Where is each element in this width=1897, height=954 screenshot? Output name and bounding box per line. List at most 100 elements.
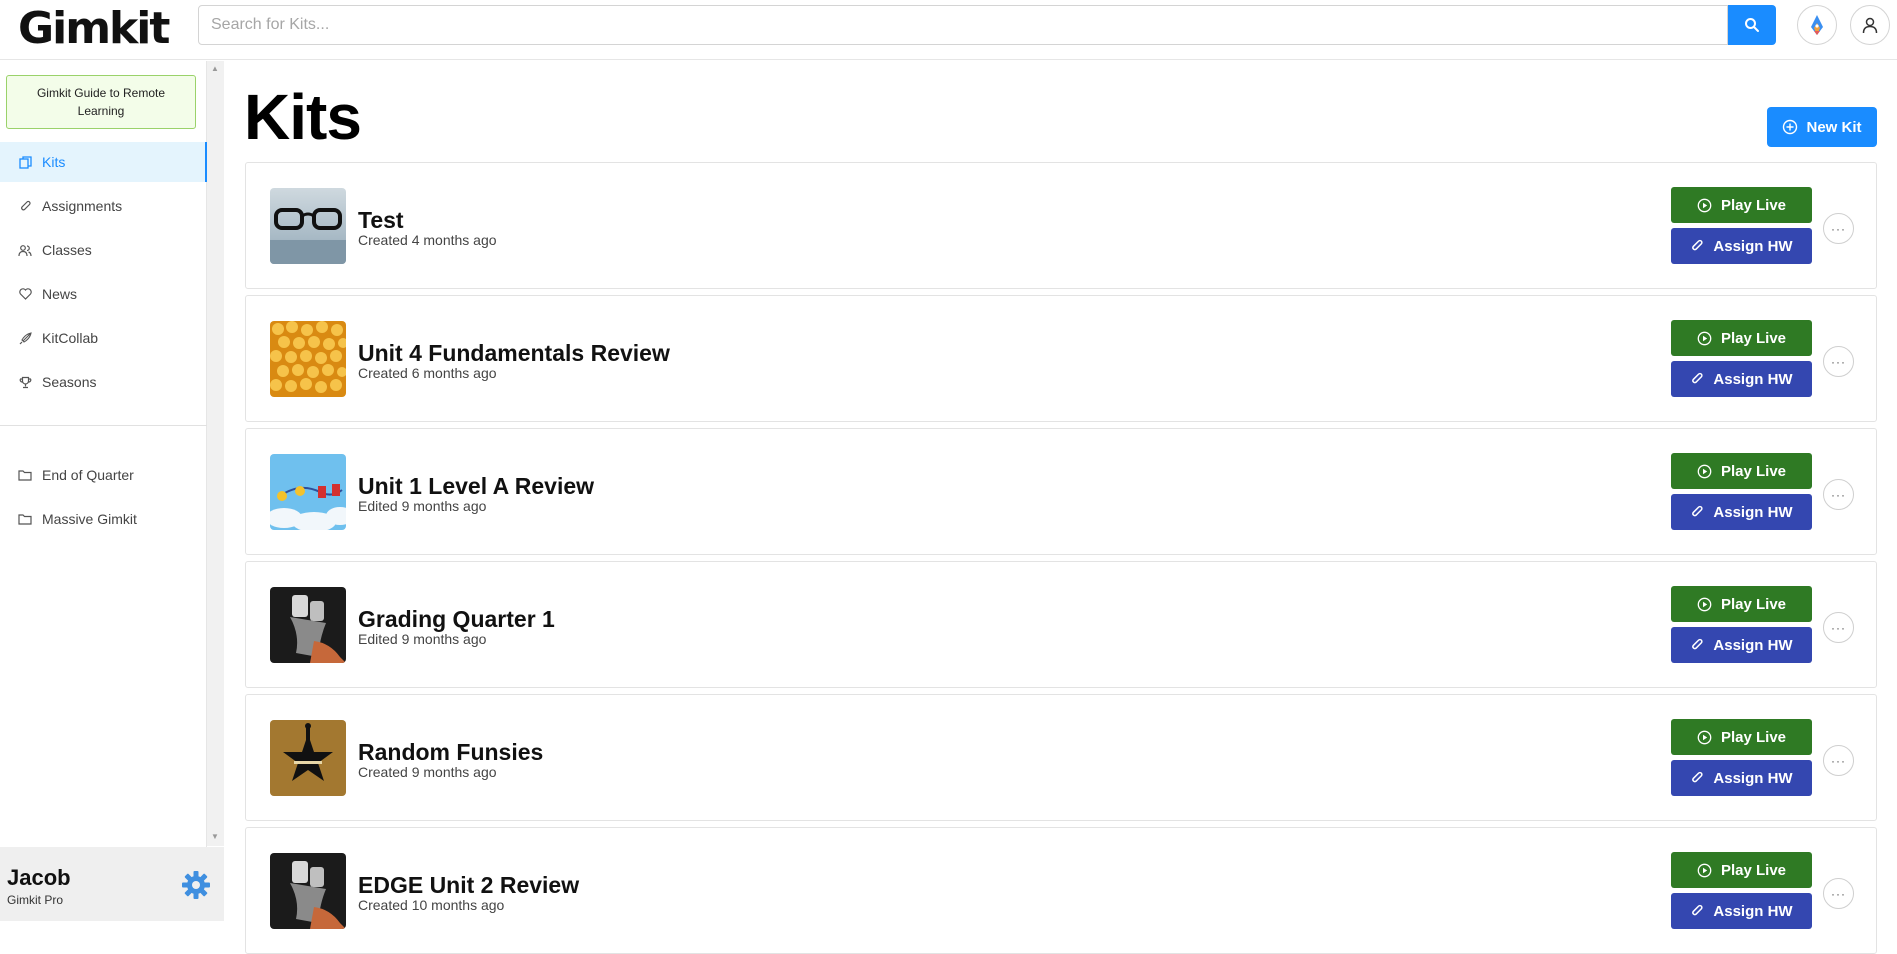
- assign-hw-button[interactable]: Assign HW: [1671, 228, 1812, 264]
- users-icon: [18, 243, 32, 257]
- kit-meta: Edited 9 months ago: [358, 631, 487, 647]
- kit-title: Unit 4 Fundamentals Review: [358, 340, 670, 366]
- play-circle-icon: [1697, 730, 1712, 744]
- play-live-label: Play Live: [1720, 861, 1787, 879]
- sidebar-item-label: Kits: [42, 154, 66, 170]
- kit-card[interactable]: Unit 4 Fundamentals Review Created 6 mon…: [245, 295, 1877, 422]
- kit-title: Grading Quarter 1: [358, 606, 555, 632]
- search-icon: [1745, 18, 1759, 32]
- sidebar-item-kitcollab[interactable]: KitCollab: [0, 318, 207, 358]
- assign-hw-label: Assign HW: [1713, 237, 1793, 255]
- rocket-icon: [18, 331, 32, 345]
- sidebar: Gimkit Guide to Remote Learning Kits Ass…: [0, 61, 207, 921]
- kit-card[interactable]: EDGE Unit 2 Review Created 10 months ago…: [245, 827, 1877, 954]
- kit-title: Unit 1 Level A Review: [358, 473, 595, 499]
- play-circle-icon: [1697, 597, 1712, 611]
- kit-card[interactable]: Unit 1 Level A Review Edited 9 months ag…: [245, 428, 1877, 555]
- paperclip-icon: [1692, 904, 1703, 916]
- play-live-button[interactable]: Play Live: [1671, 719, 1812, 755]
- folder-end-of-quarter[interactable]: End of Quarter: [0, 455, 207, 495]
- more-options-button[interactable]: ···: [1823, 346, 1854, 377]
- assign-hw-button[interactable]: Assign HW: [1671, 627, 1812, 663]
- kit-thumbnail-popcorn: [270, 321, 346, 397]
- paperclip-icon: [1692, 771, 1703, 783]
- folder-label: Massive Gimkit: [42, 511, 137, 527]
- sidebar-item-assignments[interactable]: Assignments: [0, 186, 207, 226]
- kit-title: EDGE Unit 2 Review: [358, 872, 580, 898]
- kit-meta: Created 4 months ago: [358, 232, 497, 248]
- kit-title: Test: [358, 207, 404, 233]
- more-options-button[interactable]: ···: [1823, 213, 1854, 244]
- sidebar-item-label: Seasons: [42, 374, 97, 390]
- new-kit-button[interactable]: New Kit: [1767, 107, 1877, 147]
- kit-card[interactable]: Random Funsies Created 9 months ago Play…: [245, 694, 1877, 821]
- more-options-button[interactable]: ···: [1823, 878, 1854, 909]
- assign-hw-label: Assign HW: [1713, 370, 1793, 388]
- assign-hw-button[interactable]: Assign HW: [1671, 494, 1812, 530]
- sidebar-item-news[interactable]: News: [0, 274, 207, 314]
- folder-label: End of Quarter: [42, 467, 134, 483]
- new-kit-label: New Kit: [1806, 118, 1862, 136]
- sidebar-item-kits[interactable]: Kits: [0, 142, 207, 182]
- sidebar-item-label: News: [42, 286, 78, 302]
- profile-button[interactable]: [1850, 5, 1890, 45]
- user-name: Jacob: [7, 865, 71, 890]
- search-button[interactable]: [1728, 5, 1776, 45]
- heart-icon: [18, 287, 32, 301]
- plus-circle-icon: [1783, 119, 1798, 135]
- sidebar-item-classes[interactable]: Classes: [0, 230, 207, 270]
- scroll-up-arrow[interactable]: ▲: [210, 65, 220, 73]
- play-live-label: Play Live: [1720, 329, 1787, 347]
- search-input[interactable]: [198, 5, 1728, 45]
- play-live-button[interactable]: Play Live: [1671, 852, 1812, 888]
- assign-hw-label: Assign HW: [1713, 503, 1793, 521]
- assign-hw-label: Assign HW: [1713, 769, 1793, 787]
- more-options-button[interactable]: ···: [1823, 612, 1854, 643]
- folder-icon: [18, 468, 32, 482]
- play-live-button[interactable]: Play Live: [1671, 453, 1812, 489]
- more-options-button[interactable]: ···: [1823, 745, 1854, 776]
- paperclip-icon: [18, 199, 32, 213]
- kit-card[interactable]: Test Created 4 months ago Play Live Assi…: [245, 162, 1877, 289]
- assign-hw-button[interactable]: Assign HW: [1671, 760, 1812, 796]
- kit-meta: Created 6 months ago: [358, 365, 497, 381]
- play-live-button[interactable]: Play Live: [1671, 586, 1812, 622]
- trophy-icon: [18, 375, 32, 389]
- kit-meta: Created 9 months ago: [358, 764, 497, 780]
- folder-massive-gimkit[interactable]: Massive Gimkit: [0, 499, 207, 539]
- play-live-button[interactable]: Play Live: [1671, 187, 1812, 223]
- assign-hw-button[interactable]: Assign HW: [1671, 893, 1812, 929]
- pen-icon: [1811, 15, 1823, 35]
- kits-icon: [18, 155, 32, 169]
- assign-hw-label: Assign HW: [1713, 636, 1793, 654]
- kit-thumbnail-hamilton: [270, 720, 346, 796]
- sidebar-item-label: Assignments: [42, 198, 123, 214]
- play-live-label: Play Live: [1720, 462, 1787, 480]
- top-bar: Gimkit: [0, 0, 1897, 60]
- sidebar-item-seasons[interactable]: Seasons: [0, 362, 207, 402]
- more-options-button[interactable]: ···: [1823, 479, 1854, 510]
- user-icon: [1862, 17, 1878, 34]
- paperclip-icon: [1692, 372, 1703, 384]
- sidebar-item-label: Classes: [42, 242, 92, 258]
- kit-meta: Edited 9 months ago: [358, 498, 487, 514]
- play-live-button[interactable]: Play Live: [1671, 320, 1812, 356]
- kit-title: Random Funsies: [358, 739, 544, 765]
- play-circle-icon: [1697, 331, 1712, 345]
- user-plan: Gimkit Pro: [7, 893, 64, 907]
- kit-card[interactable]: Grading Quarter 1 Edited 9 months ago Pl…: [245, 561, 1877, 688]
- remote-learning-guide-link[interactable]: Gimkit Guide to Remote Learning: [6, 75, 196, 129]
- scroll-down-arrow[interactable]: ▼: [210, 833, 220, 841]
- play-circle-icon: [1697, 198, 1712, 212]
- assign-hw-button[interactable]: Assign HW: [1671, 361, 1812, 397]
- gimkit-logo[interactable]: Gimkit: [18, 3, 170, 54]
- settings-button[interactable]: [180, 869, 212, 901]
- kit-meta: Created 10 months ago: [358, 897, 505, 913]
- paperclip-icon: [1692, 239, 1703, 251]
- sidebar-item-label: KitCollab: [42, 330, 99, 346]
- paperclip-icon: [1692, 505, 1703, 517]
- sidebar-scrollbar[interactable]: [207, 61, 224, 846]
- kit-thumbnail-dark: [270, 853, 346, 929]
- pen-tool-button[interactable]: [1797, 5, 1837, 45]
- play-live-label: Play Live: [1720, 595, 1787, 613]
